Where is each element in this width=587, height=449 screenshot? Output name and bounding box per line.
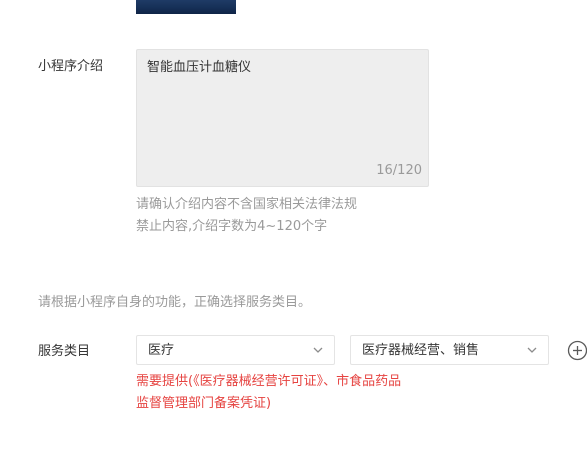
intro-hint-line1: 请确认介绍内容不含国家相关法律法规 bbox=[136, 197, 358, 212]
category-requirement-line1: 需要提供(《医疗器械经营许可证》、市食品药品 bbox=[136, 374, 402, 389]
intro-textarea[interactable]: 智能血压计血糖仪 16/120 bbox=[136, 49, 429, 187]
add-category-plus-icon[interactable] bbox=[567, 340, 587, 361]
category-label: 服务类目 bbox=[38, 344, 91, 359]
secondary-category-value: 医疗器械经营、销售 bbox=[362, 343, 480, 358]
uploaded-image-thumbnail bbox=[136, 0, 236, 14]
intro-label: 小程序介绍 bbox=[38, 59, 104, 74]
intro-char-counter: 16/120 bbox=[376, 163, 422, 178]
category-instruction: 请根据小程序自身的功能，正确选择服务类目。 bbox=[38, 295, 312, 310]
chevron-down-icon bbox=[527, 347, 537, 353]
chevron-down-icon bbox=[313, 347, 323, 353]
intro-textarea-value: 智能血压计血糖仪 bbox=[147, 60, 252, 75]
secondary-category-select[interactable]: 医疗器械经营、销售 bbox=[350, 335, 549, 365]
primary-category-value: 医疗 bbox=[148, 343, 175, 358]
category-requirement-line2: 监督管理部门备案凭证) bbox=[136, 396, 272, 411]
intro-hint-line2: 禁止内容,介绍字数为4~120个字 bbox=[136, 219, 328, 234]
primary-category-select[interactable]: 医疗 bbox=[136, 335, 335, 365]
